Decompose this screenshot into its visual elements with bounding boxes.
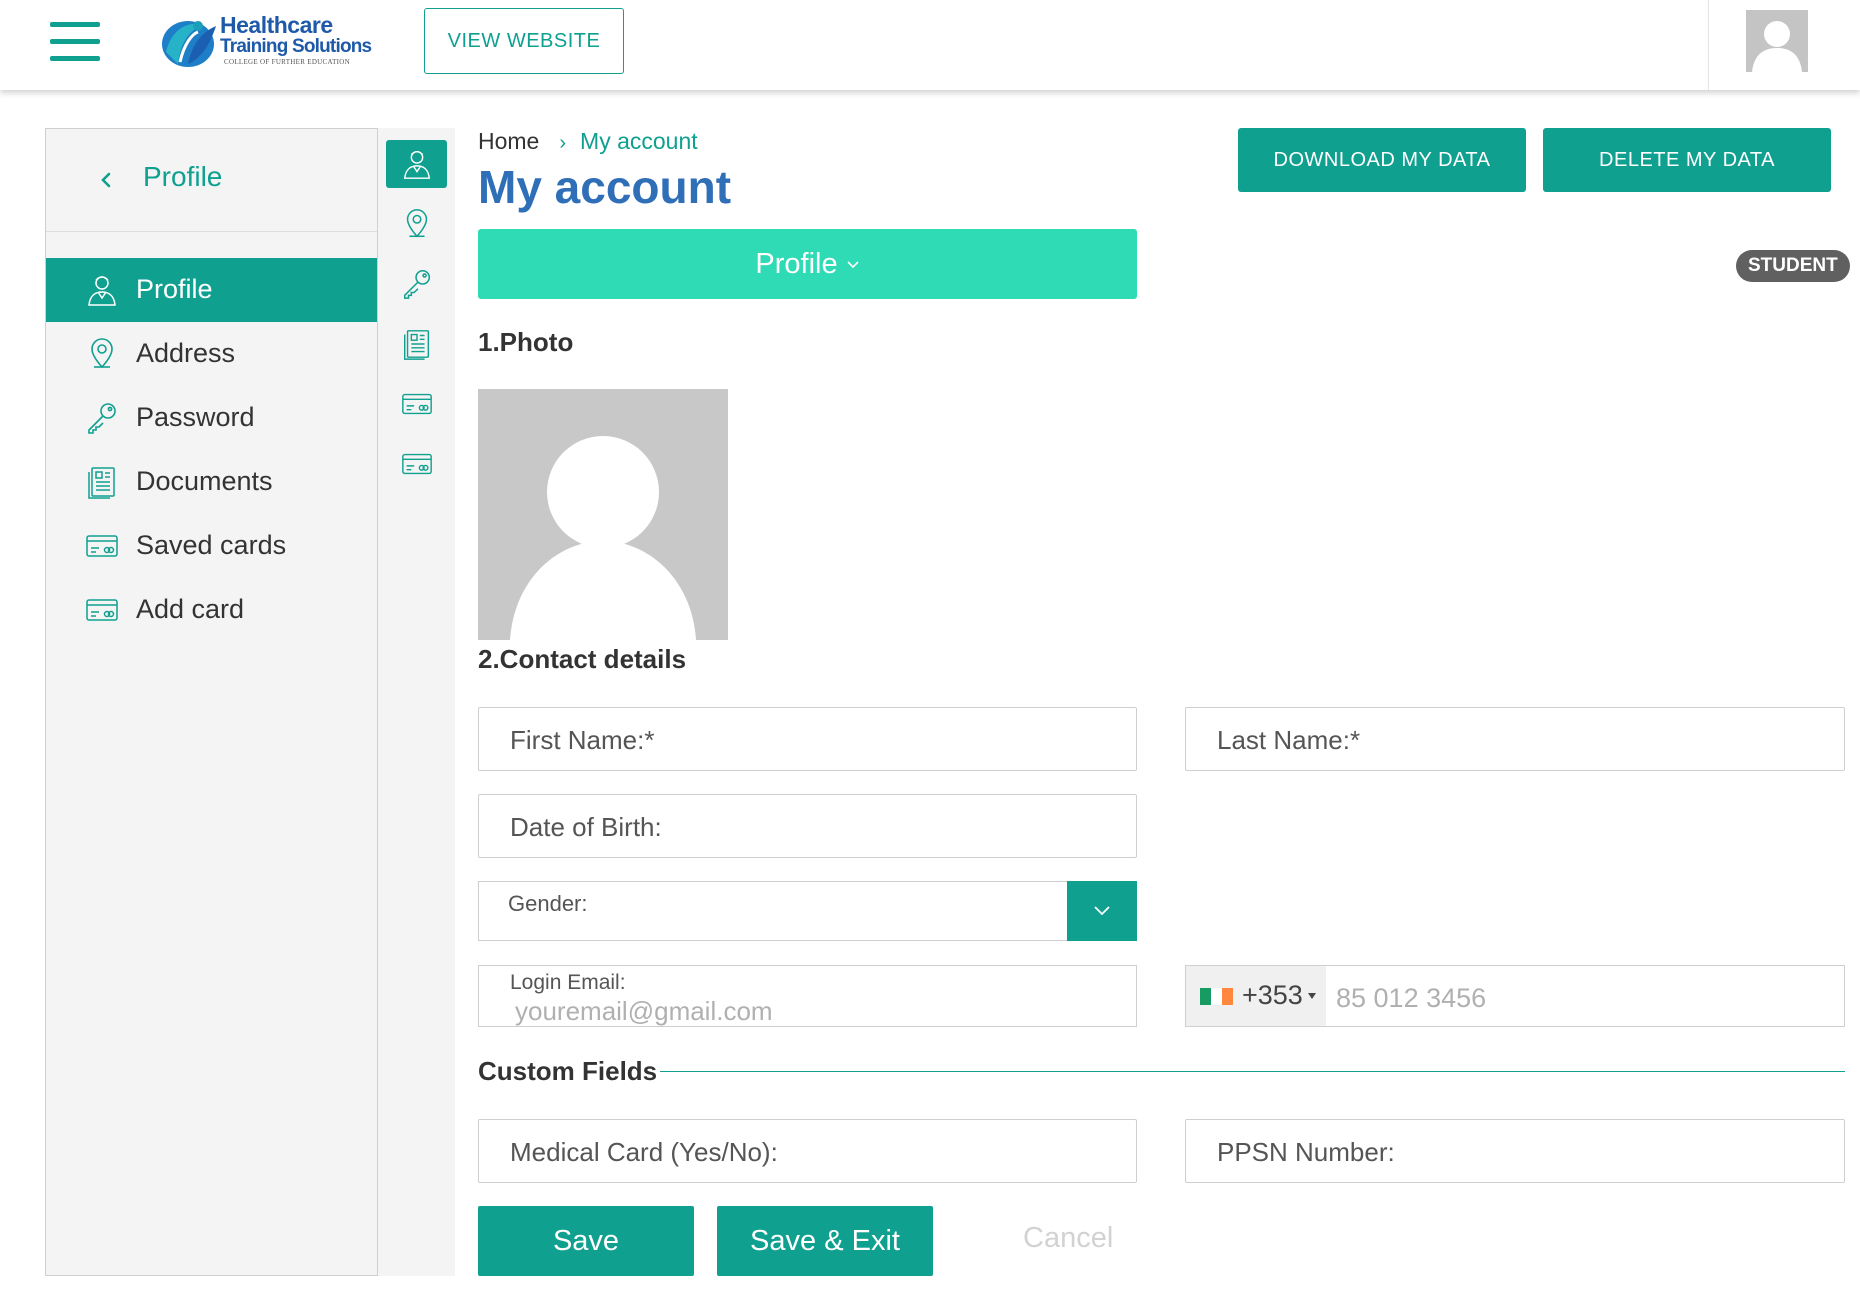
- top-bar: Healthcare Training Solutions COLLEGE OF…: [0, 0, 1860, 90]
- phone-field[interactable]: +353 85 012 3456: [1185, 965, 1845, 1027]
- rail-add-card-button[interactable]: [386, 440, 447, 488]
- page-title: My account: [478, 161, 732, 213]
- credit-card-icon: [86, 535, 118, 557]
- icon-rail: [378, 128, 455, 1276]
- user-avatar-icon[interactable]: [1746, 10, 1808, 72]
- sidebar-item-label: Address: [136, 338, 236, 368]
- profile-sidebar: Profile Profile Address Password Documen…: [45, 128, 378, 1276]
- ireland-flag-icon: [1200, 988, 1233, 1005]
- sidebar-back-header[interactable]: Profile: [46, 129, 377, 232]
- gender-select[interactable]: Gender:: [478, 881, 1137, 941]
- profile-photo[interactable]: [478, 389, 728, 640]
- breadcrumb: Home › My account: [478, 128, 698, 155]
- country-code-select[interactable]: +353: [1186, 966, 1326, 1026]
- sidebar-item-label: Add card: [136, 594, 245, 624]
- chevron-down-icon: [1094, 906, 1110, 916]
- sidebar-item-address[interactable]: Address: [46, 322, 377, 386]
- sidebar-item-label: Profile: [136, 274, 213, 304]
- logo-text-line2: Training Solutions: [220, 36, 372, 57]
- header-divider: [1708, 0, 1709, 90]
- rail-profile-button[interactable]: [386, 140, 447, 188]
- custom-fields-heading: Custom Fields: [478, 1056, 658, 1086]
- gender-dropdown-toggle[interactable]: [1067, 881, 1137, 941]
- chevron-down-icon: [847, 261, 859, 269]
- person-placeholder-icon: [478, 389, 728, 640]
- breadcrumb-home-link[interactable]: Home: [478, 128, 539, 154]
- save-button[interactable]: Save: [478, 1206, 694, 1276]
- logo-text-line1: Healthcare: [220, 12, 333, 38]
- view-website-button[interactable]: VIEW WEBSITE: [424, 8, 624, 74]
- sidebar-title: Profile: [143, 161, 223, 192]
- map-pin-icon: [91, 338, 113, 369]
- last-name-placeholder: Last Name:*: [1217, 725, 1361, 755]
- photo-section-heading: 1.Photo: [478, 327, 574, 357]
- gender-label: Gender:: [508, 891, 588, 916]
- custom-fields-divider: [660, 1071, 1845, 1072]
- rail-saved-cards-button[interactable]: [386, 380, 447, 428]
- sidebar-item-profile[interactable]: Profile: [46, 258, 377, 322]
- rail-address-button[interactable]: [386, 200, 447, 248]
- country-code-value: +353: [1242, 980, 1303, 1010]
- caret-down-icon: [1308, 993, 1316, 999]
- phone-number-placeholder: 85 012 3456: [1336, 983, 1487, 1013]
- profile-dropdown-label: Profile: [755, 247, 838, 280]
- hamburger-icon[interactable]: [50, 22, 100, 62]
- download-my-data-button[interactable]: DOWNLOAD MY DATA: [1238, 128, 1526, 192]
- first-name-field[interactable]: First Name:*: [478, 707, 1137, 771]
- user-icon: [88, 276, 116, 306]
- credit-card-icon: [401, 453, 432, 475]
- cancel-button[interactable]: Cancel: [1023, 1222, 1113, 1255]
- sidebar-item-add-card[interactable]: Add card: [46, 578, 377, 642]
- contact-section-heading: 2.Contact details: [478, 644, 687, 674]
- logo-mark-icon: [162, 21, 216, 67]
- delete-my-data-button[interactable]: DELETE MY DATA: [1543, 128, 1831, 192]
- login-email-field[interactable]: Login Email: youremail@gmail.com: [478, 965, 1137, 1027]
- ppsn-number-placeholder: PPSN Number:: [1217, 1137, 1395, 1167]
- login-email-label: Login Email:: [510, 971, 626, 994]
- role-badge: STUDENT: [1736, 250, 1850, 282]
- sidebar-item-label: Password: [136, 402, 255, 432]
- document-icon: [403, 330, 429, 360]
- user-icon: [403, 151, 430, 179]
- last-name-field[interactable]: Last Name:*: [1185, 707, 1845, 771]
- logo-text-line3: COLLEGE OF FURTHER EDUCATION: [224, 58, 351, 66]
- credit-card-icon: [401, 393, 432, 415]
- first-name-placeholder: First Name:*: [510, 725, 655, 755]
- ppsn-number-field[interactable]: PPSN Number:: [1185, 1119, 1845, 1183]
- date-of-birth-placeholder: Date of Birth:: [510, 812, 662, 842]
- sidebar-item-label: Documents: [136, 466, 273, 496]
- sidebar-item-saved-cards[interactable]: Saved cards: [46, 514, 377, 578]
- sidebar-item-label: Saved cards: [136, 530, 287, 560]
- credit-card-icon: [86, 599, 118, 621]
- chevron-left-icon: [101, 172, 111, 188]
- document-icon: [88, 467, 115, 499]
- breadcrumb-separator: ›: [559, 132, 567, 154]
- medical-card-field[interactable]: Medical Card (Yes/No):: [478, 1119, 1137, 1183]
- key-icon: [403, 270, 430, 299]
- map-pin-icon: [406, 209, 427, 238]
- brand-logo[interactable]: Healthcare Training Solutions COLLEGE OF…: [158, 12, 372, 70]
- rail-password-button[interactable]: [386, 260, 447, 308]
- rail-documents-button[interactable]: [386, 320, 447, 368]
- sidebar-item-password[interactable]: Password: [46, 386, 377, 450]
- sidebar-item-documents[interactable]: Documents: [46, 450, 377, 514]
- login-email-placeholder: youremail@gmail.com: [515, 996, 773, 1026]
- profile-section-dropdown[interactable]: Profile: [478, 229, 1137, 299]
- medical-card-placeholder: Medical Card (Yes/No):: [510, 1137, 778, 1167]
- save-and-exit-button[interactable]: Save & Exit: [717, 1206, 933, 1276]
- date-of-birth-field[interactable]: Date of Birth:: [478, 794, 1137, 858]
- breadcrumb-current-link[interactable]: My account: [580, 128, 698, 154]
- key-icon: [88, 403, 116, 434]
